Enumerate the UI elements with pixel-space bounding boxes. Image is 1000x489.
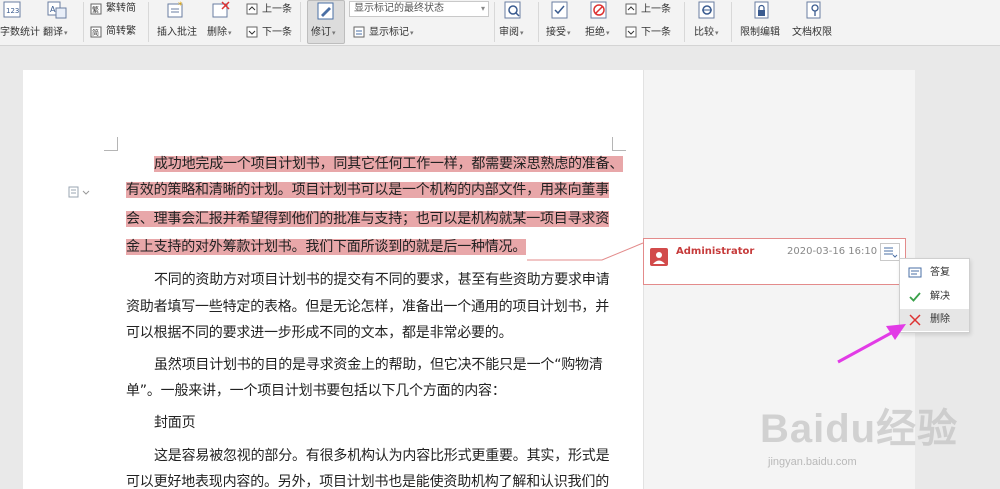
ribbon-separator [300,2,301,42]
ribbon-separator [684,2,685,42]
simp-to-trad-icon: 简 [90,26,102,38]
previous-change-icon [625,3,637,15]
accept-label: 接受 [546,27,566,38]
check-icon [909,292,921,302]
baidu-jingyan-watermark: Baidu经验 jingyan.baidu.com [760,396,959,468]
close-icon [909,314,921,326]
next-comment-icon [246,26,258,38]
chevron-down-icon: ▾ [480,4,485,13]
insert-comment-label: 插入批注 [157,27,197,38]
compare-icon [698,1,715,19]
section-heading: 封面页 [154,415,196,431]
paragraph-line: 可以根据不同的要求进一步形成不同的文本，都是非常必要的。 [126,325,513,341]
svg-text:简: 简 [92,28,99,37]
delete-label: 删除 [207,27,227,38]
track-changes-label: 修订 [311,27,331,38]
track-changes-icon [317,2,334,20]
resolve-label: 解决 [930,291,950,302]
reply-menu-item[interactable]: 答复 [900,262,969,284]
delete-menu-item[interactable]: 删除 [900,309,969,331]
document-permission-icon [806,1,821,19]
ribbon-separator [148,2,149,42]
show-markup-icon [353,26,365,38]
review-pane-icon [504,1,521,19]
user-icon [653,252,665,264]
paragraph-line: 这是容易被忽视的部分。有很多机构认为内容比形式更重要。其实，形式是 [154,448,610,464]
compare-label: 比较 [694,27,714,38]
avatar [650,248,668,266]
translate-icon: A [47,1,67,19]
svg-text:A: A [50,5,56,14]
crop-mark [104,137,118,151]
resolve-menu-item[interactable]: 解决 [900,286,969,308]
highlighted-line: 成功地完成一个项目计划书，同其它任何工作一样，都需要深思熟虑的准备、 [154,156,624,172]
next-change-icon [625,26,637,38]
show-markup-label: 显示标记 [369,27,409,38]
svg-text:繁: 繁 [92,5,99,14]
translate-label: 翻译 [43,27,63,38]
highlighted-line: 金上支持的对外筹款计划书。我们下面所谈到的就是后一种情况。 [126,239,527,255]
paragraph-layout-icon[interactable] [68,186,90,198]
word-count-label: 字数统计 [0,27,40,38]
simp-to-trad-button[interactable]: 简转繁 [106,26,136,38]
list-menu-icon [884,247,898,258]
paragraph-line: 可以更好地表现内容的。另外，项目计划书也是能使资助机构了解和认识我们的 [126,474,609,489]
comment-card[interactable]: Administrator 2020-03-16 16:10 [643,238,906,285]
lock-icon [754,1,769,19]
ribbon-separator [494,2,495,42]
reject-icon [590,1,607,19]
ribbon-separator [83,2,84,42]
word-count-icon: 123 [3,1,21,18]
delete-comment-icon [212,1,230,18]
comment-timestamp: 2020-03-16 16:10 [787,246,878,257]
paragraph-line: 不同的资助方对项目计划书的提交有不同的要求，甚至有些资助方要求申请 [154,272,610,288]
next-change-button[interactable]: 下一条 [641,27,671,39]
watermark-brand: Baidu经验 [760,407,959,451]
markup-display-select[interactable]: 显示标记的最终状态 ▾ [349,1,489,17]
paragraph-line: 虽然项目计划书的目的是寻求资金上的帮助，但它决不能只是一个“购物清 [154,357,603,373]
comment-menu-button[interactable] [880,243,900,261]
next-comment-button[interactable]: 下一条 [262,27,292,39]
document-permission-label: 文档权限 [792,27,832,38]
trad-to-simp-button[interactable]: 繁转简 [106,3,136,15]
reply-icon [908,267,922,278]
reply-label: 答复 [930,267,950,278]
markup-display-value: 显示标记的最终状态 [354,3,444,14]
show-markup-button[interactable]: 显示标记▾ [369,27,414,39]
highlighted-line: 有效的策略和清晰的计划。项目计划书可以是一个机构的内部文件，用来向董事 [126,182,609,198]
restrict-editing-label: 限制编辑 [740,27,780,38]
review-ribbon: 123 字数统计 A 翻译▾ 繁 繁转简 简 简转繁 * 插入批注 删除▾ 上一… [0,0,1000,46]
watermark-url: jingyan.baidu.com [768,456,857,468]
highlighted-line: 会、理事会汇报并希望得到他们的批准与支持；也可以是机构就某一项目寻求资 [126,211,609,227]
delete-label: 删除 [930,314,950,325]
comment-context-menu: 答复 解决 删除 [899,258,970,333]
svg-text:*: * [178,1,183,11]
previous-comment-button[interactable]: 上一条 [262,4,292,16]
reject-label: 拒绝 [585,27,605,38]
review-label: 审阅 [499,27,519,38]
crop-mark [612,137,626,151]
ribbon-separator [538,2,539,42]
paragraph-line: 单”。一般来讲，一个项目计划书要包括以下几个方面的内容： [126,383,506,399]
ribbon-separator [731,2,732,42]
comment-author: Administrator [676,246,755,257]
trad-to-simp-icon: 繁 [90,3,102,15]
previous-comment-icon [246,3,258,15]
insert-comment-icon: * [167,1,183,18]
paragraph-line: 资助者填写一些特定的表格。但是无论怎样，准备出一个通用的项目计划书，并 [126,299,609,315]
accept-icon [551,1,568,19]
previous-change-button[interactable]: 上一条 [641,4,671,16]
svg-text:123: 123 [6,7,19,15]
